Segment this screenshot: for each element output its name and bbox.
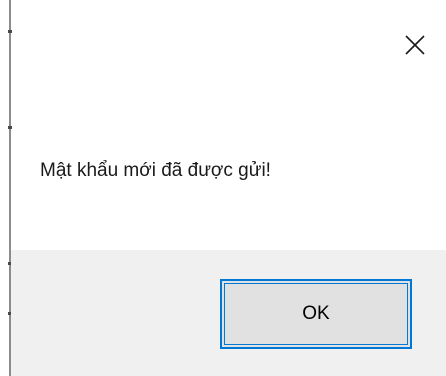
- background-window-edge: [0, 0, 12, 376]
- dialog-message: Mật khẩu mới đã được gửi!: [40, 160, 271, 181]
- close-icon: [405, 35, 425, 55]
- edge-mark: [8, 126, 12, 129]
- ok-button-label: OK: [302, 303, 330, 324]
- close-button[interactable]: [392, 22, 438, 68]
- message-box: Mật khẩu mới đã được gửi! OK: [0, 0, 446, 376]
- ok-button[interactable]: OK: [220, 279, 412, 349]
- edge-mark: [8, 30, 12, 33]
